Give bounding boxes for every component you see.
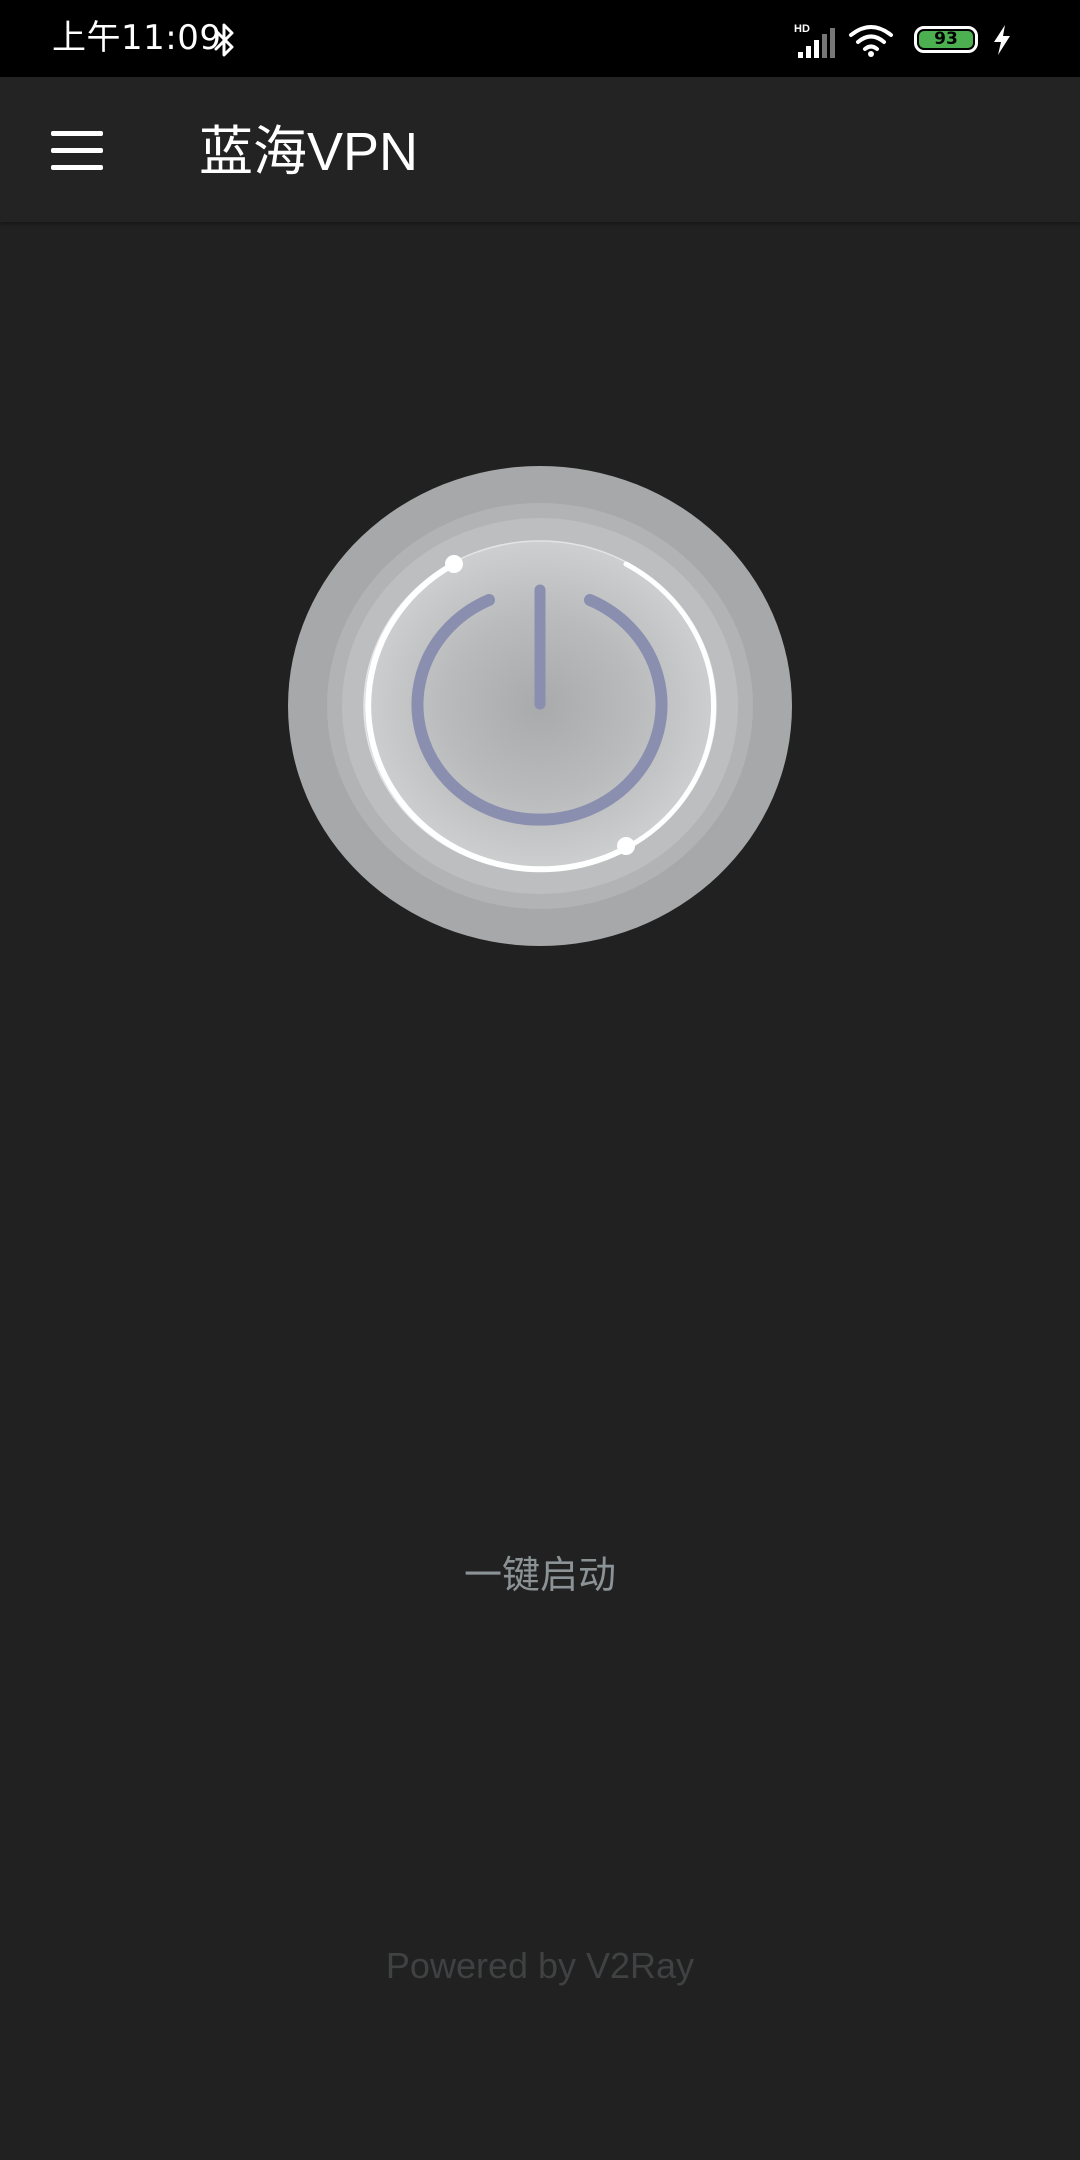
menu-button[interactable] <box>40 117 114 183</box>
charging-icon <box>994 25 1010 55</box>
app-title: 蓝海VPN <box>199 122 419 182</box>
battery-icon: 93 <box>914 26 978 53</box>
arc-handle-bottom <box>617 837 635 855</box>
status-time: 上午11:09 <box>52 18 222 58</box>
network-type-label: HD <box>794 23 810 35</box>
menu-icon <box>51 131 103 136</box>
battery-level: 93 <box>919 31 973 48</box>
status-bar: 上午11:09 HD 93 <box>0 0 1080 77</box>
powered-by-label: Powered by V2Ray <box>385 1945 695 1986</box>
cell-signal-icon: HD <box>794 23 835 58</box>
wifi-icon <box>849 25 893 57</box>
power-icon <box>288 466 792 946</box>
arc-handle-top <box>445 555 463 573</box>
bluetooth-icon <box>214 23 234 57</box>
power-button[interactable] <box>288 466 792 946</box>
app-bar: 蓝海VPN <box>0 77 1080 222</box>
start-label: 一键启动 <box>463 1553 616 1597</box>
